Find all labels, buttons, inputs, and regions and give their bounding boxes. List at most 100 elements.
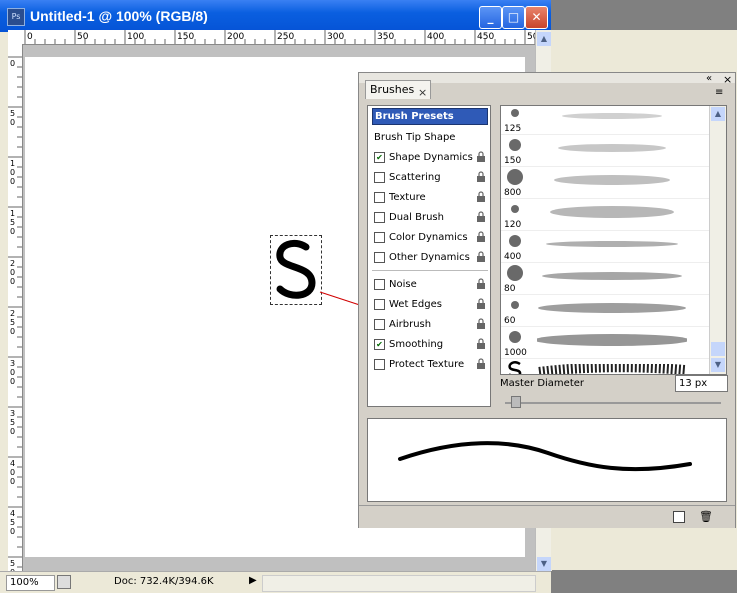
- horizontal-scrollbar[interactable]: [262, 575, 536, 592]
- option-dual-brush[interactable]: Dual Brush: [372, 208, 488, 227]
- maximize-icon: □: [507, 10, 520, 24]
- checkbox[interactable]: [374, 252, 385, 263]
- checkbox[interactable]: ✔: [374, 339, 385, 350]
- s-stroke: [276, 239, 316, 299]
- option-label: Other Dynamics: [389, 252, 470, 263]
- ruler-left-label: 0: [10, 527, 15, 536]
- brush-stroke-sample: [537, 300, 687, 316]
- brush-stroke-sample: [537, 172, 687, 188]
- scroll-up-icon[interactable]: ▲: [537, 32, 551, 46]
- ruler-left-label: 0: [10, 468, 15, 477]
- minimize-button[interactable]: _: [479, 6, 502, 29]
- brush-presets-item[interactable]: Brush Presets: [372, 108, 488, 125]
- close-button[interactable]: ✕: [525, 6, 548, 29]
- status-arrow-icon[interactable]: ▶: [249, 575, 257, 586]
- option-scattering[interactable]: Scattering: [372, 168, 488, 187]
- option-shape-dynamics[interactable]: ✔ Shape Dynamics: [372, 148, 488, 167]
- brush-tip-thumb: [506, 328, 524, 346]
- checkbox[interactable]: [374, 212, 385, 223]
- tip-scroll-up-icon[interactable]: ▲: [711, 107, 725, 121]
- option-smoothing[interactable]: ✔ Smoothing: [372, 335, 488, 354]
- brush-tip-row[interactable]: 70: [501, 358, 709, 374]
- ruler-left-label: 0: [10, 268, 15, 277]
- option-other-dynamics[interactable]: Other Dynamics: [372, 248, 488, 267]
- brush-tip-size: 80: [504, 284, 516, 294]
- checkbox[interactable]: [374, 279, 385, 290]
- trash-icon[interactable]: 🗑: [699, 510, 713, 523]
- scroll-down-icon[interactable]: ▼: [537, 557, 551, 571]
- master-diameter-slider-track[interactable]: [505, 402, 721, 404]
- tab-close-icon[interactable]: ×: [418, 84, 427, 102]
- option-noise[interactable]: Noise: [372, 275, 488, 294]
- checkbox[interactable]: ✔: [374, 152, 385, 163]
- master-diameter-input[interactable]: 13 px: [675, 375, 728, 392]
- ruler-top-label: 450: [477, 32, 494, 42]
- lock-icon[interactable]: [476, 358, 486, 369]
- status-menu-icon[interactable]: [57, 575, 71, 589]
- master-diameter-slider-thumb[interactable]: [511, 396, 521, 408]
- lock-icon[interactable]: [476, 211, 486, 222]
- option-color-dynamics[interactable]: Color Dynamics: [372, 228, 488, 247]
- ruler-top-label: 300: [327, 32, 344, 42]
- option-label: Noise: [389, 279, 417, 290]
- brush-settings-list: Brush Presets Brush Tip Shape ✔ Shape Dyn…: [367, 105, 491, 407]
- ruler-left-label: 5: [10, 418, 15, 427]
- ruler-top-label: 100: [127, 32, 144, 42]
- ruler-left-label: 0: [10, 168, 15, 177]
- checkbox[interactable]: [374, 299, 385, 310]
- option-wet-edges[interactable]: Wet Edges: [372, 295, 488, 314]
- checkbox[interactable]: [374, 319, 385, 330]
- lock-icon[interactable]: [476, 231, 486, 242]
- brush-tip-list[interactable]: ▲ ▼ 125 150 800 120 400 80 60 100070: [500, 105, 727, 375]
- lock-icon[interactable]: [476, 318, 486, 329]
- ruler-left-label: 0: [10, 118, 15, 127]
- ruler-top-label: 0: [27, 32, 33, 42]
- tip-list-scrollbar[interactable]: ▲ ▼: [709, 106, 726, 374]
- lock-icon[interactable]: [476, 278, 486, 289]
- checkbox[interactable]: [374, 172, 385, 183]
- brush-tip-row[interactable]: 1000: [501, 326, 709, 359]
- brushes-palette: « × Brushes × ≡ Brush Presets Brush Tip …: [358, 72, 736, 528]
- tab-brushes[interactable]: Brushes ×: [365, 80, 431, 99]
- checkbox[interactable]: [374, 192, 385, 203]
- brush-tip-row[interactable]: 400: [501, 230, 709, 263]
- ruler-left-label: 0: [10, 177, 15, 186]
- new-preset-icon[interactable]: [673, 511, 685, 523]
- checkbox[interactable]: [374, 359, 385, 370]
- maximize-button[interactable]: □: [502, 6, 525, 29]
- option-label: Wet Edges: [389, 299, 442, 310]
- brush-stroke-sample: [537, 332, 687, 348]
- lock-icon[interactable]: [476, 251, 486, 262]
- lock-icon[interactable]: [476, 171, 486, 182]
- brush-tip-row[interactable]: 125: [501, 106, 709, 135]
- tip-scroll-down-icon[interactable]: ▼: [711, 358, 725, 372]
- brush-tip-row[interactable]: 150: [501, 134, 709, 167]
- close-palette-icon[interactable]: ×: [723, 73, 732, 86]
- master-diameter-label: Master Diameter: [500, 378, 585, 389]
- lock-icon[interactable]: [476, 298, 486, 309]
- tip-scroll-thumb[interactable]: [711, 342, 725, 356]
- preview-stroke: [398, 441, 692, 472]
- palette-menu-icon[interactable]: ≡: [715, 87, 723, 98]
- brush-tip-row[interactable]: 800: [501, 166, 709, 199]
- collapse-icon[interactable]: «: [706, 73, 712, 84]
- zoom-field[interactable]: 100%: [6, 575, 55, 591]
- lock-icon[interactable]: [476, 151, 486, 162]
- brush-tip-row[interactable]: 60: [501, 294, 709, 327]
- ruler-top-label: 400: [427, 32, 444, 42]
- ruler-left-label: 5: [10, 109, 15, 118]
- ruler-top: 0 50 100 150 200 250 300 350 400 450 500: [8, 30, 535, 45]
- brush-tip-size: 60: [504, 316, 516, 326]
- lock-icon[interactable]: [476, 191, 486, 202]
- title-bar[interactable]: Ps Untitled-1 @ 100% (RGB/8) _ □ ✕: [0, 0, 551, 32]
- brush-tip-shape-item[interactable]: Brush Tip Shape: [372, 128, 488, 147]
- option-label: Color Dynamics: [389, 232, 468, 243]
- lock-icon[interactable]: [476, 338, 486, 349]
- option-airbrush[interactable]: Airbrush: [372, 315, 488, 334]
- option-texture[interactable]: Texture: [372, 188, 488, 207]
- option-label: Scattering: [389, 172, 441, 183]
- brush-tip-row[interactable]: 80: [501, 262, 709, 295]
- brush-tip-row[interactable]: 120: [501, 198, 709, 231]
- option-protect-texture[interactable]: Protect Texture: [372, 355, 488, 374]
- checkbox[interactable]: [374, 232, 385, 243]
